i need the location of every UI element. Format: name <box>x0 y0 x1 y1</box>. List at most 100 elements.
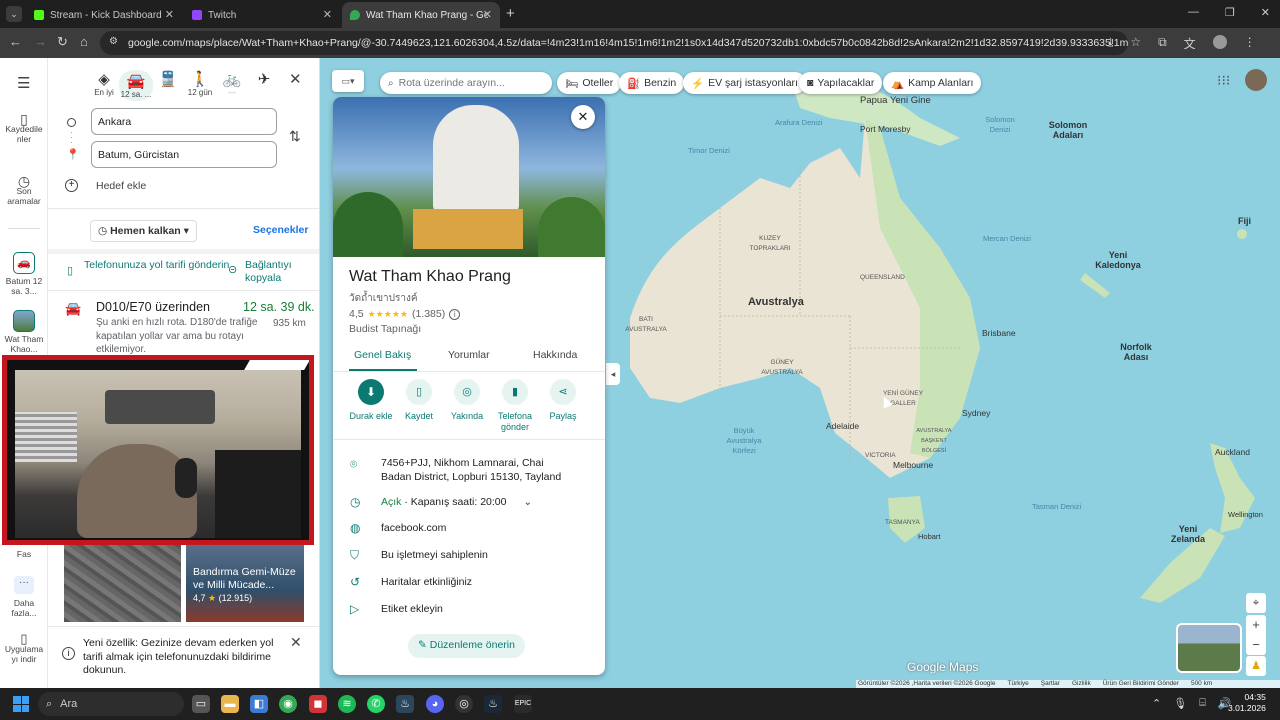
place-photo[interactable] <box>333 97 605 257</box>
chip-gas[interactable]: ⛽ Benzin <box>619 72 685 94</box>
chip-ev[interactable]: ⚡ EV şarj istasyonları <box>683 72 806 94</box>
claim-row[interactable]: ⛉ Bu işletmeyi sahiplenin <box>333 548 605 566</box>
rail-recents[interactable]: ◷ Son aramalar <box>0 174 48 206</box>
rail-recent-wat[interactable]: Wat Tham Khao... <box>0 310 48 354</box>
forward-icon[interactable]: → <box>34 34 47 49</box>
swap-icon[interactable]: ⇅ <box>289 128 301 145</box>
info-icon[interactable]: i <box>449 308 461 320</box>
scale-bar[interactable]: 500 km <box>1191 680 1212 688</box>
rail-saved[interactable]: ▯ Kaydedile nler <box>0 112 48 144</box>
mode-bike[interactable]: 🚲 — <box>215 70 249 97</box>
add-destination-label[interactable]: Hedef ekle <box>96 180 146 192</box>
install-icon[interactable]: ⤓ <box>1108 35 1113 52</box>
mode-car[interactable]: 🚘 12 sa. ... <box>119 70 153 101</box>
nearby-card-left[interactable] <box>64 544 181 622</box>
address-bar[interactable]: ⚙ google.com/maps/place/Wat+Tham+Khao+Pr… <box>100 31 1128 55</box>
epic-games-icon[interactable]: EPIC <box>514 695 532 713</box>
zoom-out-button[interactable]: − <box>1246 635 1266 655</box>
rail-fas[interactable]: Fas <box>0 549 48 559</box>
action-nearby[interactable]: ◎ Yakında <box>441 379 493 421</box>
close-tab-icon[interactable]: ✕ <box>165 8 174 21</box>
clock[interactable]: 04:35 3.01.2026 <box>1228 692 1266 714</box>
start-icon[interactable] <box>13 696 29 712</box>
activity-row[interactable]: ↺ Haritalar etkinliğiniz <box>333 575 605 593</box>
chip-things-to-do[interactable]: ◙ Yapılacaklar <box>799 72 883 94</box>
mode-walk[interactable]: 🚶 12 gün <box>183 70 217 97</box>
back-icon[interactable]: ← <box>9 34 22 49</box>
hours-row[interactable]: ◷ Açık · Kapanış saati: 20:00 ⌄ <box>333 495 605 513</box>
review-count[interactable]: (1.385) <box>412 308 445 320</box>
feedback-link[interactable]: Ürün Geri Bildirimi Gönder <box>1103 680 1179 688</box>
app-red-icon[interactable]: ◼ <box>309 695 327 713</box>
pegman-icon[interactable]: ♟ <box>1246 656 1266 676</box>
site-info-icon[interactable]: ⚙ <box>109 36 118 47</box>
translate-icon[interactable]: 文 <box>1184 35 1196 52</box>
account-avatar[interactable] <box>1245 69 1267 91</box>
tab-about[interactable]: Hakkında <box>533 349 577 361</box>
rail-get-app[interactable]: ▯ Uygulama yı indir <box>0 632 48 664</box>
close-tab-icon[interactable]: ✕ <box>483 8 492 21</box>
tab-overview[interactable]: Genel Bakış <box>354 349 411 361</box>
chip-camping[interactable]: ⛺ Kamp Alanları <box>883 72 982 94</box>
mode-best[interactable]: ◈ En iyi <box>87 70 121 97</box>
place-category[interactable]: Budist Tapınağı <box>349 323 421 335</box>
chip-hotels[interactable]: 🛏 Oteller <box>557 72 622 94</box>
menu-icon[interactable]: ⋮ <box>1244 35 1256 52</box>
action-save[interactable]: ▯ Kaydet <box>393 379 445 421</box>
apps-grid-icon[interactable]: ⁝⁝⁝ <box>1217 72 1230 89</box>
discord-icon[interactable]: ◕ <box>426 695 444 713</box>
privacy-link[interactable]: Gizlilik <box>1072 680 1091 688</box>
close-tip-icon[interactable]: ✕ <box>290 634 302 651</box>
home-icon[interactable]: ⌂ <box>80 34 88 49</box>
obs-icon[interactable]: ◎ <box>455 695 473 713</box>
reload-icon[interactable]: ↻ <box>57 34 68 50</box>
depart-option-button[interactable]: ◷ Hemen kalkan ▾ <box>90 220 197 242</box>
chrome-icon[interactable]: ◉ <box>279 695 297 713</box>
close-tab-icon[interactable]: ✕ <box>323 8 332 21</box>
nearby-card-bandirma[interactable]: Bandırma Gemi-Müze ve Milli Mücade... 4,… <box>186 544 304 622</box>
tab-reviews[interactable]: Yorumlar <box>448 349 490 361</box>
collapse-panel-button[interactable]: ◂ <box>606 363 620 385</box>
task-view-icon[interactable]: ▭ <box>192 695 210 713</box>
my-location-button[interactable]: ⌖ <box>1246 593 1266 613</box>
suggest-edit-button[interactable]: ✎ Düzenleme önerin <box>408 634 525 658</box>
tab-twitch[interactable]: Twitch ✕ <box>184 2 340 28</box>
minimize-icon[interactable]: — <box>1188 6 1199 19</box>
tab-search-icon[interactable]: ⌄ <box>6 6 22 22</box>
website-row[interactable]: ◍ facebook.com <box>333 521 605 539</box>
route-search-input[interactable] <box>398 77 534 89</box>
action-send-phone[interactable]: ▮ Telefona gönder <box>489 379 541 433</box>
profile-avatar[interactable] <box>1212 35 1227 49</box>
store-icon[interactable]: ◧ <box>250 695 268 713</box>
mic-icon[interactable]: 🎙 <box>1173 697 1187 710</box>
tab-maps[interactable]: Wat Tham Khao Prang - Google... ✕ <box>342 2 500 28</box>
chevron-down-icon[interactable]: ⌄ <box>523 496 532 508</box>
tray-chevron-icon[interactable]: ⌃ <box>1152 697 1161 710</box>
copy-link-button[interactable]: Bağlantıyı kopyala <box>245 259 315 285</box>
close-window-icon[interactable]: ✕ <box>1261 6 1270 19</box>
layers-toggle-button[interactable]: ▭▾ <box>332 70 364 92</box>
extensions-icon[interactable]: ⧉ <box>1158 35 1167 52</box>
new-tab-button[interactable]: + <box>506 5 515 22</box>
steam-2-icon[interactable]: ♨ <box>484 695 502 713</box>
steam-icon[interactable]: ♨ <box>396 695 414 713</box>
route-search-box[interactable]: ⌕ <box>380 72 552 94</box>
rail-recent-batum[interactable]: 🚗 Batum 12 sa. 3... <box>0 252 48 296</box>
bookmark-star-icon[interactable]: ☆ <box>1130 35 1141 52</box>
route-name[interactable]: D010/E70 üzerinden <box>96 300 210 314</box>
label-row[interactable]: ▷ Etiket ekleyin <box>333 602 605 620</box>
hamburger-menu-icon[interactable]: ☰ <box>17 74 30 92</box>
options-button[interactable]: Seçenekler <box>253 224 308 236</box>
street-view-thumbnail[interactable] <box>1176 623 1242 673</box>
file-explorer-icon[interactable]: ▬ <box>221 695 239 713</box>
destination-input[interactable]: Batum, Gürcistan <box>91 141 277 168</box>
close-card-button[interactable]: ✕ <box>571 105 595 129</box>
terms-link[interactable]: Şartlar <box>1041 680 1060 688</box>
close-directions-icon[interactable]: ✕ <box>289 70 302 88</box>
action-add-stop[interactable]: ⬇ Durak ekle <box>345 379 397 421</box>
network-icon[interactable]: ⌸ <box>1199 697 1206 710</box>
mode-flight[interactable]: ✈ <box>247 70 281 88</box>
add-destination-icon[interactable]: + <box>65 179 78 192</box>
rail-more[interactable]: ··· Daha fazla... <box>0 576 48 618</box>
zoom-in-button[interactable]: + <box>1246 615 1266 635</box>
